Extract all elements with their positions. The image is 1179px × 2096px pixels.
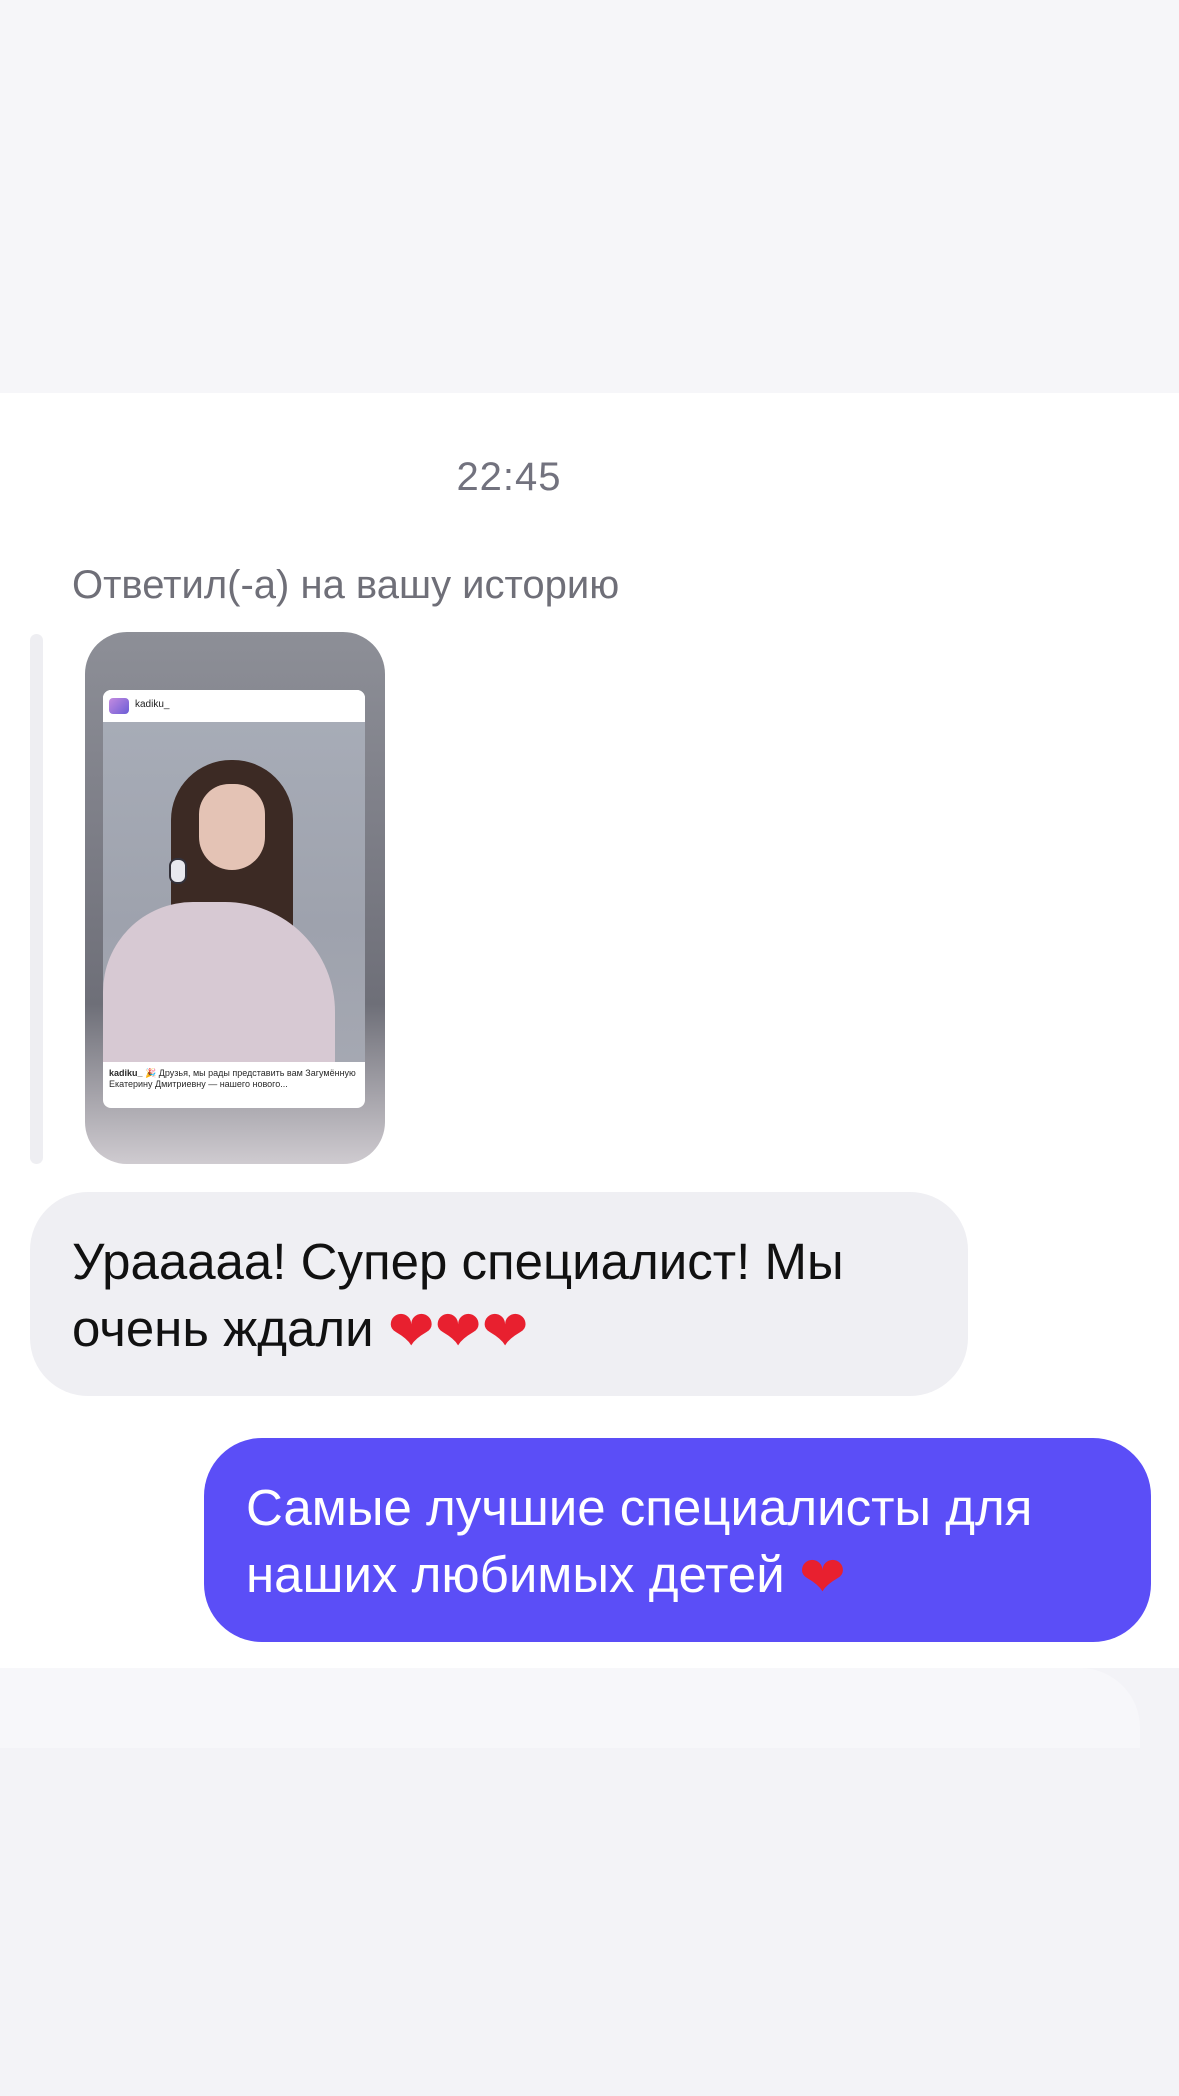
story-caption: kadiku_ 🎉 Друзья, мы рады представить ва… [109, 1068, 359, 1090]
outgoing-message-bubble[interactable]: Самые лучшие специалисты для наших любим… [204, 1438, 1151, 1642]
heart-icon: ❤ [798, 1545, 846, 1610]
photo-person-face [199, 784, 265, 870]
photo-earring [169, 858, 187, 884]
chat-screen: 22:45 Ответил(-а) на вашу историю kadiku… [0, 0, 1179, 2096]
story-post-card: kadiku_ kadiku_ 🎉 Друзья, мы рады предст… [103, 690, 365, 1108]
incoming-message-bubble[interactable]: Урааааа! Супер специалист! Мы очень ждал… [30, 1192, 968, 1396]
outgoing-message-text: Самые лучшие специалисты для наших любим… [246, 1479, 1033, 1603]
story-preview[interactable]: kadiku_ kadiku_ 🎉 Друзья, мы рады предст… [85, 632, 385, 1164]
photo-person-sweater [103, 902, 335, 1062]
story-post-header: kadiku_ [103, 690, 365, 722]
reply-indicator-bar [30, 634, 43, 1164]
blurred-footer-area [0, 1668, 1179, 2096]
account-logo-icon [109, 698, 129, 714]
blurred-next-message [0, 1668, 1140, 1748]
message-timestamp: 22:45 [456, 455, 562, 499]
story-caption-text: 🎉 Друзья, мы рады представить вам Загумё… [109, 1068, 356, 1089]
blurred-header-area [0, 0, 1179, 393]
story-caption-user: kadiku_ [109, 1068, 143, 1078]
story-photo [103, 722, 365, 1062]
story-reply-label: Ответил(-а) на вашу историю [72, 563, 620, 607]
heart-icon: ❤❤❤ [387, 1299, 529, 1364]
story-username: kadiku_ [135, 699, 170, 710]
